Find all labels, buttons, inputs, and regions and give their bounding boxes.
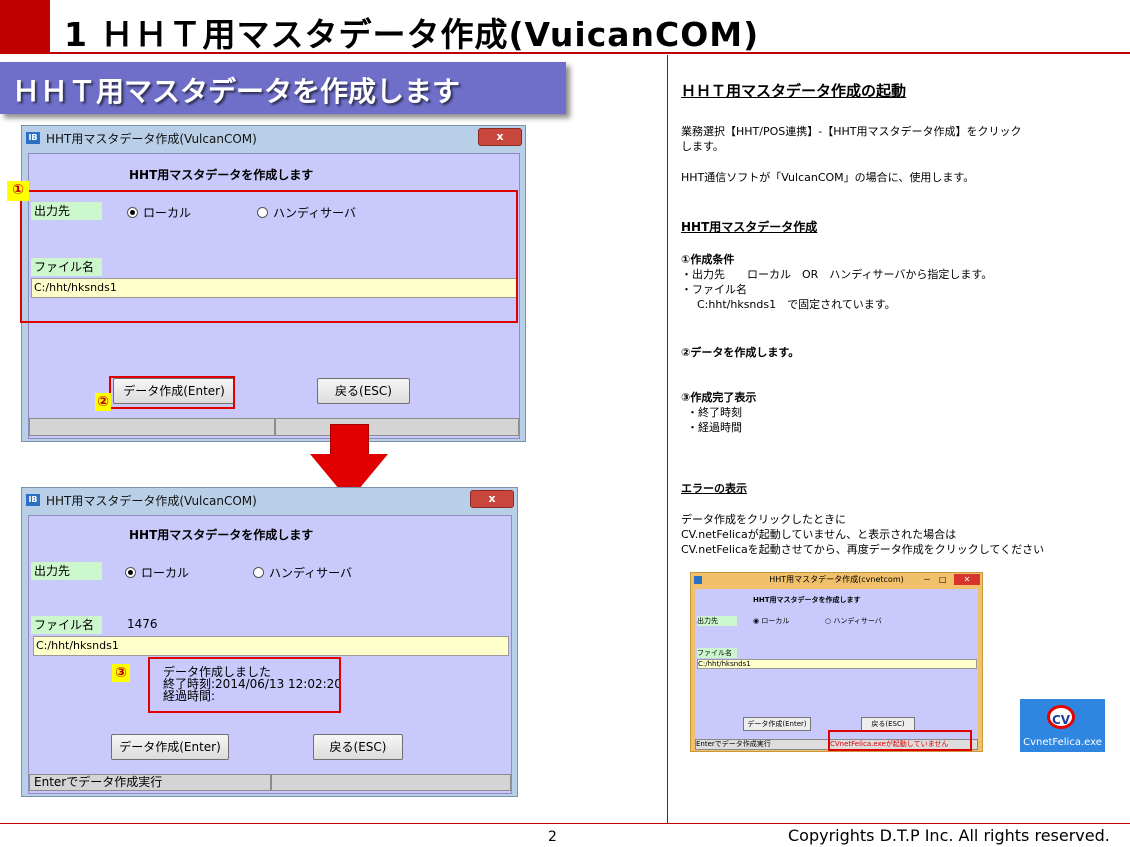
page-number: 2 xyxy=(548,829,557,845)
radio-local[interactable]: ◉ ローカル xyxy=(753,616,789,626)
highlight-box-error xyxy=(828,730,972,751)
window-titlebar[interactable]: HHT用マスタデータ作成(cvnetcom) － □ ✕ xyxy=(691,573,982,587)
output-label: 出力先 xyxy=(31,562,102,580)
vulcan-note: HHT通信ソフトが「VulcanCOM」の場合に、使用します。 xyxy=(681,171,975,184)
back-button[interactable]: 戻る(ESC) xyxy=(861,717,915,731)
page-title: 1 ＨＨＴ用マスタデータ作成(VuicanCOM) xyxy=(64,15,760,54)
create-data-button[interactable]: データ作成(Enter) xyxy=(743,717,811,731)
status-bar-left: Enterでデータ作成実行 xyxy=(695,739,831,750)
app-icon: IB xyxy=(26,132,40,144)
startup-line-2: します。 xyxy=(681,140,724,153)
dialog-heading: HHT用マスタデータを作成します xyxy=(753,596,861,604)
back-button[interactable]: 戻る(ESC) xyxy=(313,734,403,760)
create-data-button[interactable]: データ作成(Enter) xyxy=(111,734,229,760)
app-icon: IB xyxy=(26,494,40,506)
copyright: Copyrights D.T.P Inc. All rights reserve… xyxy=(788,826,1110,845)
subtitle-banner: ＨＨＴ用マスタデータを作成します xyxy=(0,62,566,114)
radio-handy-server[interactable]: ○ ハンディサーバ xyxy=(825,616,882,626)
radio-local[interactable]: ローカル xyxy=(125,564,189,581)
footer-divider xyxy=(0,823,1130,824)
radio-handy-label: ハンディサーバ xyxy=(833,617,882,625)
window-body: HHT用マスタデータを作成します 出力先 ◉ ローカル ○ ハンディサーバ ファ… xyxy=(695,589,978,750)
error-line-3: CV.netFelicaを起動させてから、再度データ作成をクリックしてください xyxy=(681,543,1045,556)
conditions-line-1: ・出力先 ローカル OR ハンディサーバから指定します。 xyxy=(681,268,993,281)
window-title: HHT用マスタデータ作成(cvnetcom) xyxy=(769,575,904,584)
file-name-field[interactable]: C:/hht/hksnds1 xyxy=(697,659,977,669)
dialog-heading: HHT用マスタデータを作成します xyxy=(129,528,314,542)
startup-heading: ＨＨＴ用マスタデータ作成の起動 xyxy=(681,82,907,100)
window-titlebar[interactable]: IB HHT用マスタデータ作成(VulcanCOM) x xyxy=(22,488,517,512)
highlight-box-3 xyxy=(148,657,341,713)
step-3-block: ③作成完了表示 ・終了時刻 ・経過時間 xyxy=(681,390,756,435)
radio-local-label: ローカル xyxy=(141,566,190,580)
app-icon xyxy=(694,576,702,584)
highlight-box-2 xyxy=(109,376,235,409)
radio-handy-server[interactable]: ハンディサーバ xyxy=(253,564,352,581)
column-divider xyxy=(667,55,668,823)
status-bar-left xyxy=(29,418,275,436)
step-3-line-1: ・終了時刻 xyxy=(687,406,742,419)
file-label: ファイル名 xyxy=(31,616,102,634)
cv-logo-icon: CV xyxy=(1047,705,1075,729)
output-label: 出力先 xyxy=(697,616,737,626)
radio-unselected-icon xyxy=(253,567,264,578)
section-heading: HHT用マスタデータ作成 xyxy=(681,220,818,234)
error-line-2: CV.netFelicaが起動していません、と表示された場合は xyxy=(681,528,957,541)
marker-2: ② xyxy=(95,393,111,411)
cvnetfelica-shortcut[interactable]: CV CvnetFelica.exe xyxy=(1020,699,1105,752)
window-body: HHT用マスタデータを作成します 出力先 ローカル ハンディサーバ ファイル名 … xyxy=(28,515,512,794)
error-example-window: HHT用マスタデータ作成(cvnetcom) － □ ✕ HHT用マスタデータを… xyxy=(690,572,983,752)
startup-line-1: 業務選択【HHT/POS連携】-【HHT用マスタデータ作成】をクリック xyxy=(681,125,1022,138)
highlight-box-1 xyxy=(20,190,518,323)
dialog-window-2: IB HHT用マスタデータ作成(VulcanCOM) x HHT用マスタデータを… xyxy=(21,487,518,797)
conditions-line-2: ・ファイル名 xyxy=(681,283,747,296)
header-accent xyxy=(0,0,50,52)
close-button[interactable]: x xyxy=(478,128,522,146)
dialog-heading: HHT用マスタデータを作成します xyxy=(129,168,314,182)
marker-3: ③ xyxy=(112,664,130,682)
radio-selected-icon xyxy=(125,567,136,578)
error-line-1: データ作成をクリックしたときに xyxy=(681,513,846,526)
conditions-block: ①作成条件 ・出力先 ローカル OR ハンディサーバから指定します。 ・ファイル… xyxy=(681,252,992,312)
header-divider xyxy=(0,52,1130,54)
step-2: ②データを作成します。 xyxy=(681,346,800,359)
file-count: 1476 xyxy=(127,617,158,631)
close-icon[interactable]: ✕ xyxy=(954,574,980,585)
window-title: HHT用マスタデータ作成(VulcanCOM) xyxy=(46,132,257,146)
status-bar-right xyxy=(275,418,519,436)
close-button[interactable]: x xyxy=(470,490,514,508)
window-controls[interactable]: － □ xyxy=(923,573,947,587)
error-heading: エラーの表示 xyxy=(681,482,747,495)
step-3-line-2: ・経過時間 xyxy=(687,421,742,434)
status-bar-left: Enterでデータ作成実行 xyxy=(29,774,271,791)
subtitle-text: ＨＨＴ用マスタデータを作成します xyxy=(12,75,461,108)
step-3-title: ③作成完了表示 xyxy=(681,391,757,404)
radio-local-label: ローカル xyxy=(761,617,790,625)
back-button[interactable]: 戻る(ESC) xyxy=(317,378,410,404)
window-titlebar[interactable]: IB HHT用マスタデータ作成(VulcanCOM) x xyxy=(22,126,525,150)
status-bar-right xyxy=(271,774,511,791)
down-arrow-shaft xyxy=(330,424,369,455)
conditions-line-3: C:hht/hksnds1 で固定されています。 xyxy=(697,298,896,311)
error-paragraph: データ作成をクリックしたときに CV.netFelicaが起動していません、と表… xyxy=(681,512,1044,557)
startup-paragraph: 業務選択【HHT/POS連携】-【HHT用マスタデータ作成】をクリック します。 xyxy=(681,124,1021,154)
file-label: ファイル名 xyxy=(697,648,737,658)
radio-handy-label: ハンディサーバ xyxy=(269,566,353,580)
conditions-title: ①作成条件 xyxy=(681,253,735,266)
window-title: HHT用マスタデータ作成(VulcanCOM) xyxy=(46,494,257,508)
file-name-field[interactable]: C:/hht/hksnds1 xyxy=(33,636,509,656)
cvnetfelica-label: CvnetFelica.exe xyxy=(1023,737,1102,748)
marker-1: ① xyxy=(7,181,29,201)
